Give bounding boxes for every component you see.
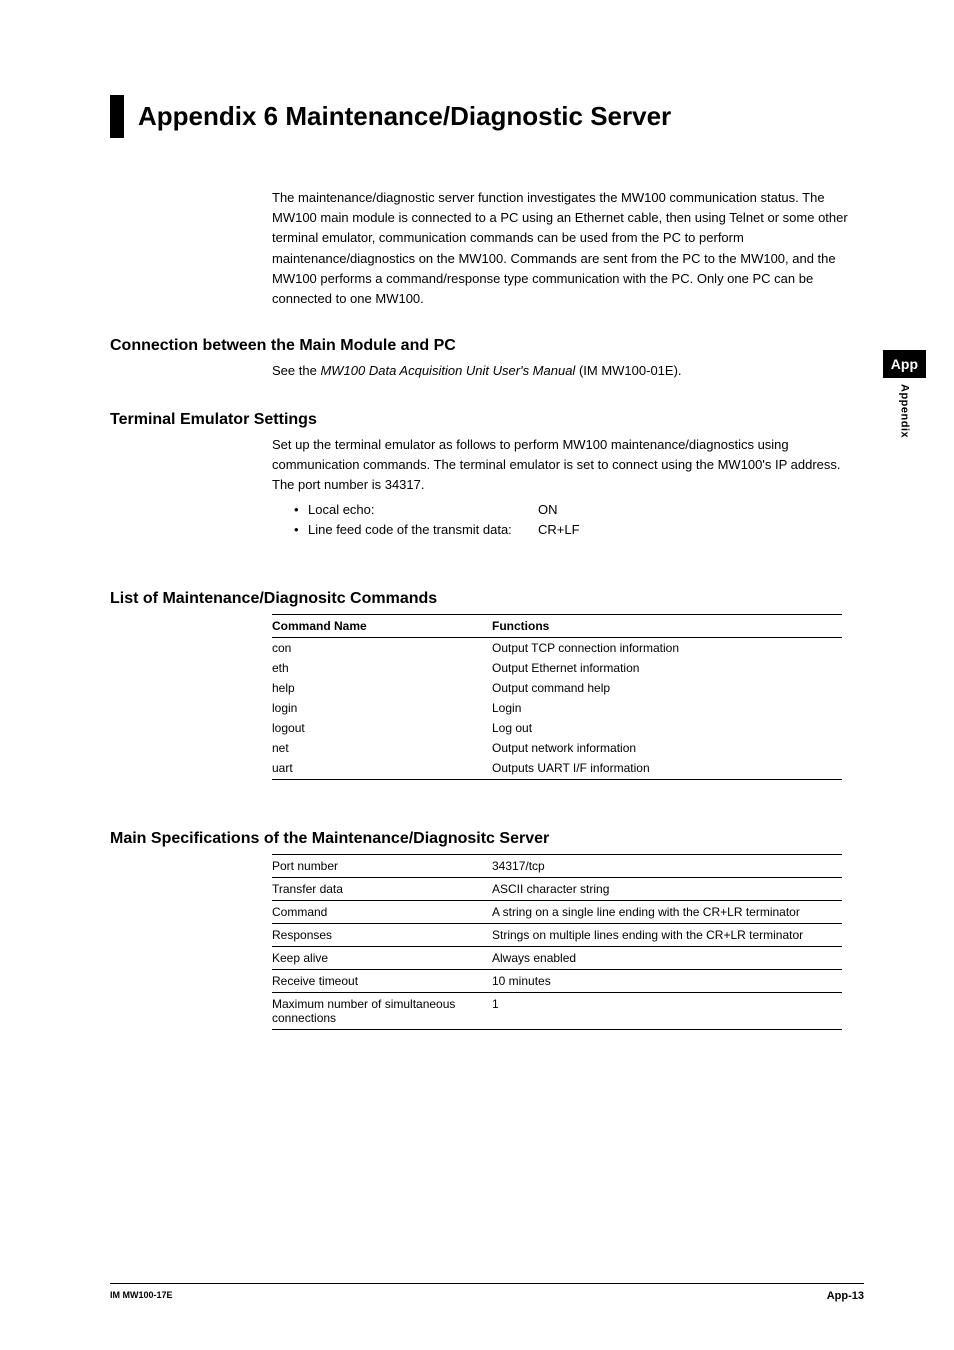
page-title: Appendix 6 Maintenance/Diagnostic Server xyxy=(138,95,671,138)
table-row: logoutLog out xyxy=(272,718,842,738)
section-terminal: Terminal Emulator Settings Set up the te… xyxy=(110,411,864,540)
table-row: conOutput TCP connection information xyxy=(272,637,842,658)
bullet-icon: • xyxy=(294,500,308,520)
bullet-label: Local echo: xyxy=(308,500,538,520)
table-header-row: Command Name Functions xyxy=(272,614,842,637)
table-row: Maximum number of simultaneous connectio… xyxy=(272,992,842,1029)
page: Appendix 6 Maintenance/Diagnostic Server… xyxy=(0,0,954,1350)
cell: logout xyxy=(272,718,492,738)
cell: Keep alive xyxy=(272,946,492,969)
bullet-list: • Local echo: ON • Line feed code of the… xyxy=(294,500,864,540)
table-row: Receive timeout10 minutes xyxy=(272,969,842,992)
cell: con xyxy=(272,637,492,658)
list-item: • Line feed code of the transmit data: C… xyxy=(294,520,864,540)
side-tab: App Appendix xyxy=(883,350,926,438)
cell: Strings on multiple lines ending with th… xyxy=(492,923,842,946)
table-row: Transfer dataASCII character string xyxy=(272,877,842,900)
text: See the xyxy=(272,363,320,378)
cell: uart xyxy=(272,758,492,780)
cell: 1 xyxy=(492,992,842,1029)
commands-table: Command Name Functions conOutput TCP con… xyxy=(272,614,842,780)
cell: Responses xyxy=(272,923,492,946)
section-heading: List of Maintenance/Diagnositc Commands xyxy=(110,590,864,608)
table-row: loginLogin xyxy=(272,698,842,718)
cell: login xyxy=(272,698,492,718)
side-tab-vertical: Appendix xyxy=(898,384,910,438)
cell: Output Ethernet information xyxy=(492,658,842,678)
bullet-value: ON xyxy=(538,500,558,520)
table-row: netOutput network information xyxy=(272,738,842,758)
section-heading: Terminal Emulator Settings xyxy=(110,411,864,429)
section-body: Set up the terminal emulator as follows … xyxy=(272,435,864,495)
text: (IM MW100-01E). xyxy=(575,363,681,378)
section-specs: Main Specifications of the Maintenance/D… xyxy=(110,830,864,1030)
list-item: • Local echo: ON xyxy=(294,500,864,520)
section-body: See the MW100 Data Acquisition Unit User… xyxy=(272,361,864,381)
bullet-label: Line feed code of the transmit data: xyxy=(308,520,538,540)
cell: Log out xyxy=(492,718,842,738)
cell: Receive timeout xyxy=(272,969,492,992)
cell: Maximum number of simultaneous connectio… xyxy=(272,992,492,1029)
cell: Always enabled xyxy=(492,946,842,969)
footer-doc-id: IM MW100-17E xyxy=(110,1290,173,1302)
cell: 10 minutes xyxy=(492,969,842,992)
cell: Command xyxy=(272,900,492,923)
table-row: Port number34317/tcp xyxy=(272,854,842,877)
table-row: ResponsesStrings on multiple lines endin… xyxy=(272,923,842,946)
cell: A string on a single line ending with th… xyxy=(492,900,842,923)
title-block: Appendix 6 Maintenance/Diagnostic Server xyxy=(110,95,864,138)
col-header: Command Name xyxy=(272,614,492,637)
cell: Output TCP connection information xyxy=(492,637,842,658)
side-tab-label: App xyxy=(883,350,926,378)
manual-title: MW100 Data Acquisition Unit User's Manua… xyxy=(320,363,575,378)
table-row: CommandA string on a single line ending … xyxy=(272,900,842,923)
bullet-icon: • xyxy=(294,520,308,540)
table-row: uartOutputs UART I/F information xyxy=(272,758,842,780)
cell: Port number xyxy=(272,854,492,877)
cell: 34317/tcp xyxy=(492,854,842,877)
section-commands: List of Maintenance/Diagnositc Commands … xyxy=(110,590,864,780)
specs-table: Port number34317/tcp Transfer dataASCII … xyxy=(272,854,842,1030)
col-header: Functions xyxy=(492,614,842,637)
cell: Outputs UART I/F information xyxy=(492,758,842,780)
intro-paragraph: The maintenance/diagnostic server functi… xyxy=(272,188,864,309)
section-heading: Connection between the Main Module and P… xyxy=(110,337,864,355)
section-heading: Main Specifications of the Maintenance/D… xyxy=(110,830,864,848)
cell: Transfer data xyxy=(272,877,492,900)
table-row: ethOutput Ethernet information xyxy=(272,658,842,678)
title-bar xyxy=(110,95,124,138)
footer: IM MW100-17E App-13 xyxy=(110,1283,864,1302)
cell: Login xyxy=(492,698,842,718)
bullet-value: CR+LF xyxy=(538,520,580,540)
table-row: helpOutput command help xyxy=(272,678,842,698)
cell: help xyxy=(272,678,492,698)
cell: ASCII character string xyxy=(492,877,842,900)
cell: Output command help xyxy=(492,678,842,698)
table-row: Keep aliveAlways enabled xyxy=(272,946,842,969)
cell: net xyxy=(272,738,492,758)
cell: eth xyxy=(272,658,492,678)
section-connection: Connection between the Main Module and P… xyxy=(110,337,864,381)
footer-page-number: App-13 xyxy=(827,1290,864,1302)
cell: Output network information xyxy=(492,738,842,758)
